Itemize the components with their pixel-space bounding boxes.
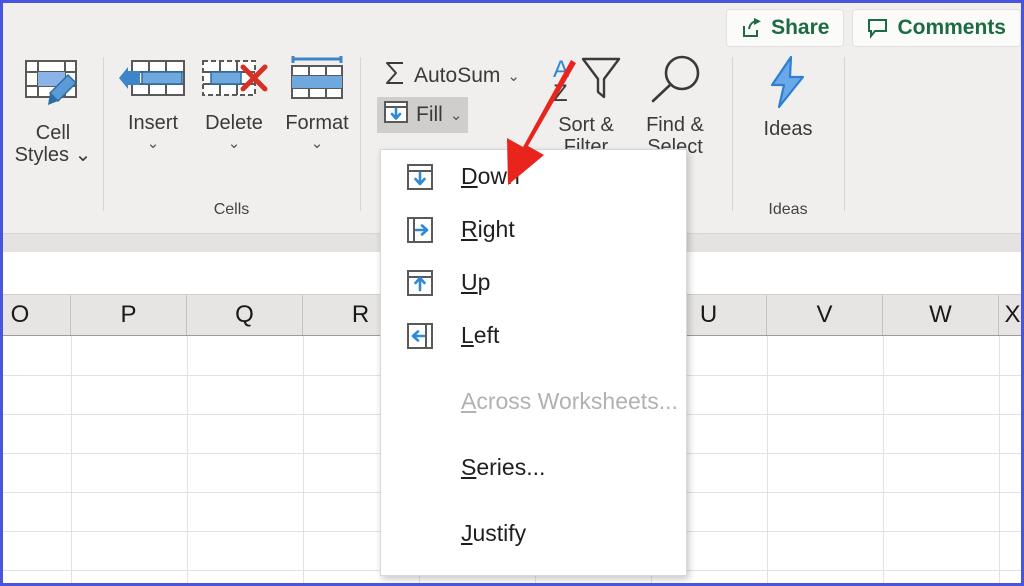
fill-button[interactable]: Fill ⌄ — [377, 97, 468, 133]
menu-item-left[interactable]: Left — [381, 309, 686, 362]
ideas-bolt-icon — [747, 55, 829, 114]
comments-label: Comments — [897, 16, 1006, 40]
fill-right-icon — [403, 215, 437, 245]
menu-spacer — [381, 494, 686, 507]
grid-column-line — [999, 336, 1000, 586]
menu-item-justify[interactable]: Justify — [381, 507, 686, 560]
grid-column-line — [303, 336, 304, 586]
grid-column-line — [71, 336, 72, 586]
cell-styles-label-line1: Cell — [7, 122, 99, 144]
insert-button[interactable]: Insert ⌄ — [113, 55, 193, 151]
find-select-icon — [629, 55, 721, 110]
fill-left-icon — [403, 321, 437, 351]
ideas-button[interactable]: Ideas — [747, 55, 829, 140]
menu-item-label: Justify — [461, 520, 526, 547]
menu-item-label: Series... — [461, 454, 545, 481]
column-header-w[interactable]: W — [883, 295, 999, 335]
menu-item-up[interactable]: Up — [381, 256, 686, 309]
sort-filter-label-line1: Sort & — [543, 114, 629, 136]
delete-cells-icon — [192, 55, 276, 108]
svg-text:A: A — [553, 56, 569, 83]
chevron-down-icon: ⌄ — [192, 136, 276, 151]
fill-down-icon — [403, 162, 437, 192]
chevron-down-icon: ⌄ — [507, 67, 520, 85]
ribbon-top-actions: Share Comments — [726, 9, 1021, 47]
format-label: Format — [276, 112, 358, 134]
comment-icon — [867, 17, 889, 39]
insert-label: Insert — [113, 112, 193, 134]
sort-filter-icon: A Z — [543, 55, 629, 110]
delete-button[interactable]: Delete ⌄ — [192, 55, 276, 151]
chevron-down-icon: ⌄ — [75, 144, 92, 166]
column-header-p[interactable]: P — [71, 295, 187, 335]
share-label: Share — [771, 16, 829, 40]
menu-item-series[interactable]: Series... — [381, 441, 686, 494]
menu-spacer — [381, 428, 686, 441]
sigma-icon — [383, 60, 407, 92]
group-label-cells: Cells — [104, 201, 359, 219]
autosum-button[interactable]: AutoSum ⌄ — [377, 57, 526, 95]
cell-styles-button[interactable]: Cell Styles ⌄ — [7, 55, 99, 166]
column-header-x[interactable]: X — [999, 295, 1024, 335]
grid-column-line — [767, 336, 768, 586]
ideas-label: Ideas — [747, 118, 829, 140]
grid-column-line — [883, 336, 884, 586]
fill-down-icon — [383, 100, 409, 130]
menu-item-label: Left — [461, 322, 499, 349]
menu-item-label: Down — [461, 163, 520, 190]
menu-item-right[interactable]: Right — [381, 203, 686, 256]
format-button[interactable]: Format ⌄ — [276, 55, 358, 151]
share-button[interactable]: Share — [726, 9, 844, 47]
column-header-v[interactable]: V — [767, 295, 883, 335]
ribbon-group-ideas: Ideas Ideas — [733, 49, 843, 233]
comments-button[interactable]: Comments — [852, 9, 1021, 47]
ribbon-group-styles: Cell Styles ⌄ — [3, 49, 103, 233]
menu-item-flash-fill: Flash Fill — [381, 573, 686, 586]
svg-text:Z: Z — [553, 80, 568, 105]
cell-styles-icon — [7, 55, 99, 118]
autosum-label: AutoSum — [414, 64, 500, 88]
cell-styles-label-line2: Styles — [15, 144, 69, 166]
excel-window: Share Comments — [0, 0, 1024, 586]
chevron-down-icon: ⌄ — [113, 136, 193, 151]
menu-item-label: Right — [461, 216, 515, 243]
find-select-label-line1: Find & — [629, 114, 721, 136]
ribbon-group-cells: Insert ⌄ — [104, 49, 359, 233]
fill-label: Fill — [416, 103, 443, 127]
menu-spacer — [381, 362, 686, 375]
group-label-ideas: Ideas — [733, 201, 843, 219]
menu-item-label: Up — [461, 269, 490, 296]
format-cells-icon — [276, 55, 358, 108]
chevron-down-icon: ⌄ — [450, 106, 463, 124]
insert-cells-icon — [113, 55, 193, 108]
share-icon — [741, 17, 763, 39]
menu-item-down[interactable]: Down — [381, 150, 686, 203]
column-header-q[interactable]: Q — [187, 295, 303, 335]
chevron-down-icon: ⌄ — [276, 136, 358, 151]
group-divider — [844, 57, 845, 211]
menu-item-across-worksheets: Across Worksheets... — [381, 375, 686, 428]
menu-item-label: Across Worksheets... — [461, 388, 678, 415]
column-header-o[interactable]: O — [0, 295, 71, 335]
delete-label: Delete — [192, 112, 276, 134]
grid-column-line — [187, 336, 188, 586]
menu-spacer — [381, 560, 686, 573]
fill-up-icon — [403, 268, 437, 298]
fill-dropdown-menu: Down Right Up Left Across Worksheets... Serie… — [380, 149, 687, 576]
